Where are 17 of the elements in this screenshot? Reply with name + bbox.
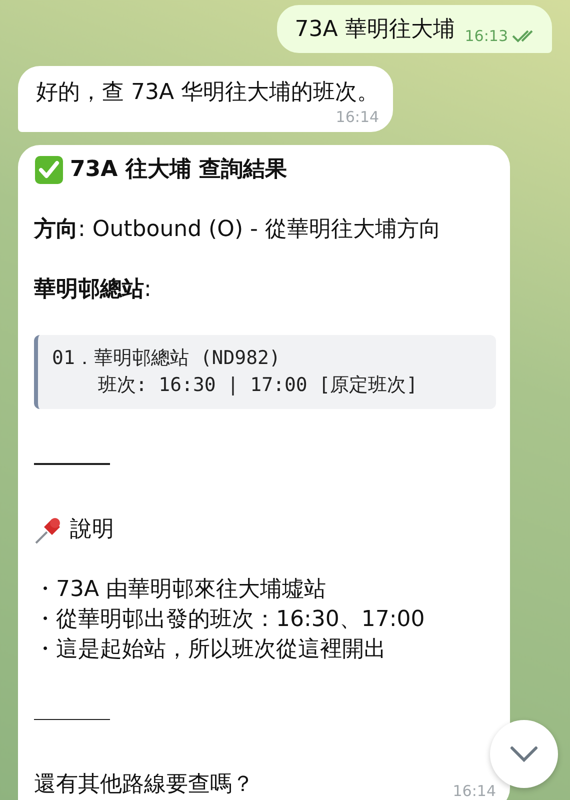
message-time: 16:14 (452, 782, 496, 800)
chevron-down-icon (509, 745, 539, 763)
code-line: 01．華明邨總站 (ND982) (52, 346, 282, 371)
check-mark-icon (34, 155, 64, 185)
bullet-item: ・從華明邨出發的班次：16:30、17:00 (34, 606, 426, 634)
message-paragraph: 還有其他路線要查嗎？ (34, 771, 254, 799)
message-time: 16:13 (464, 27, 508, 45)
message-paragraph: 華明邨總站: (34, 276, 152, 304)
section-heading: 73A 往大埔 查詢結果 (70, 156, 287, 184)
message-paragraph: 方向: Outbound (O) - 從華明往大埔方向 (34, 216, 442, 244)
section-heading: 說明 (70, 516, 114, 544)
code-line: 班次: 16:30 | 17:00 [原定班次] (96, 373, 419, 398)
bullet-item: ・這是起始站，所以班次從這裡開出 (34, 636, 387, 664)
bullet-item: ・73A 由華明邨來往大埔墟站 (34, 576, 328, 604)
message-text: 好的，查 73A 华明往大埔的班次。 (36, 79, 380, 107)
message-text: 73A 華明往大埔 (294, 16, 455, 44)
message-time: 16:14 (336, 108, 380, 126)
